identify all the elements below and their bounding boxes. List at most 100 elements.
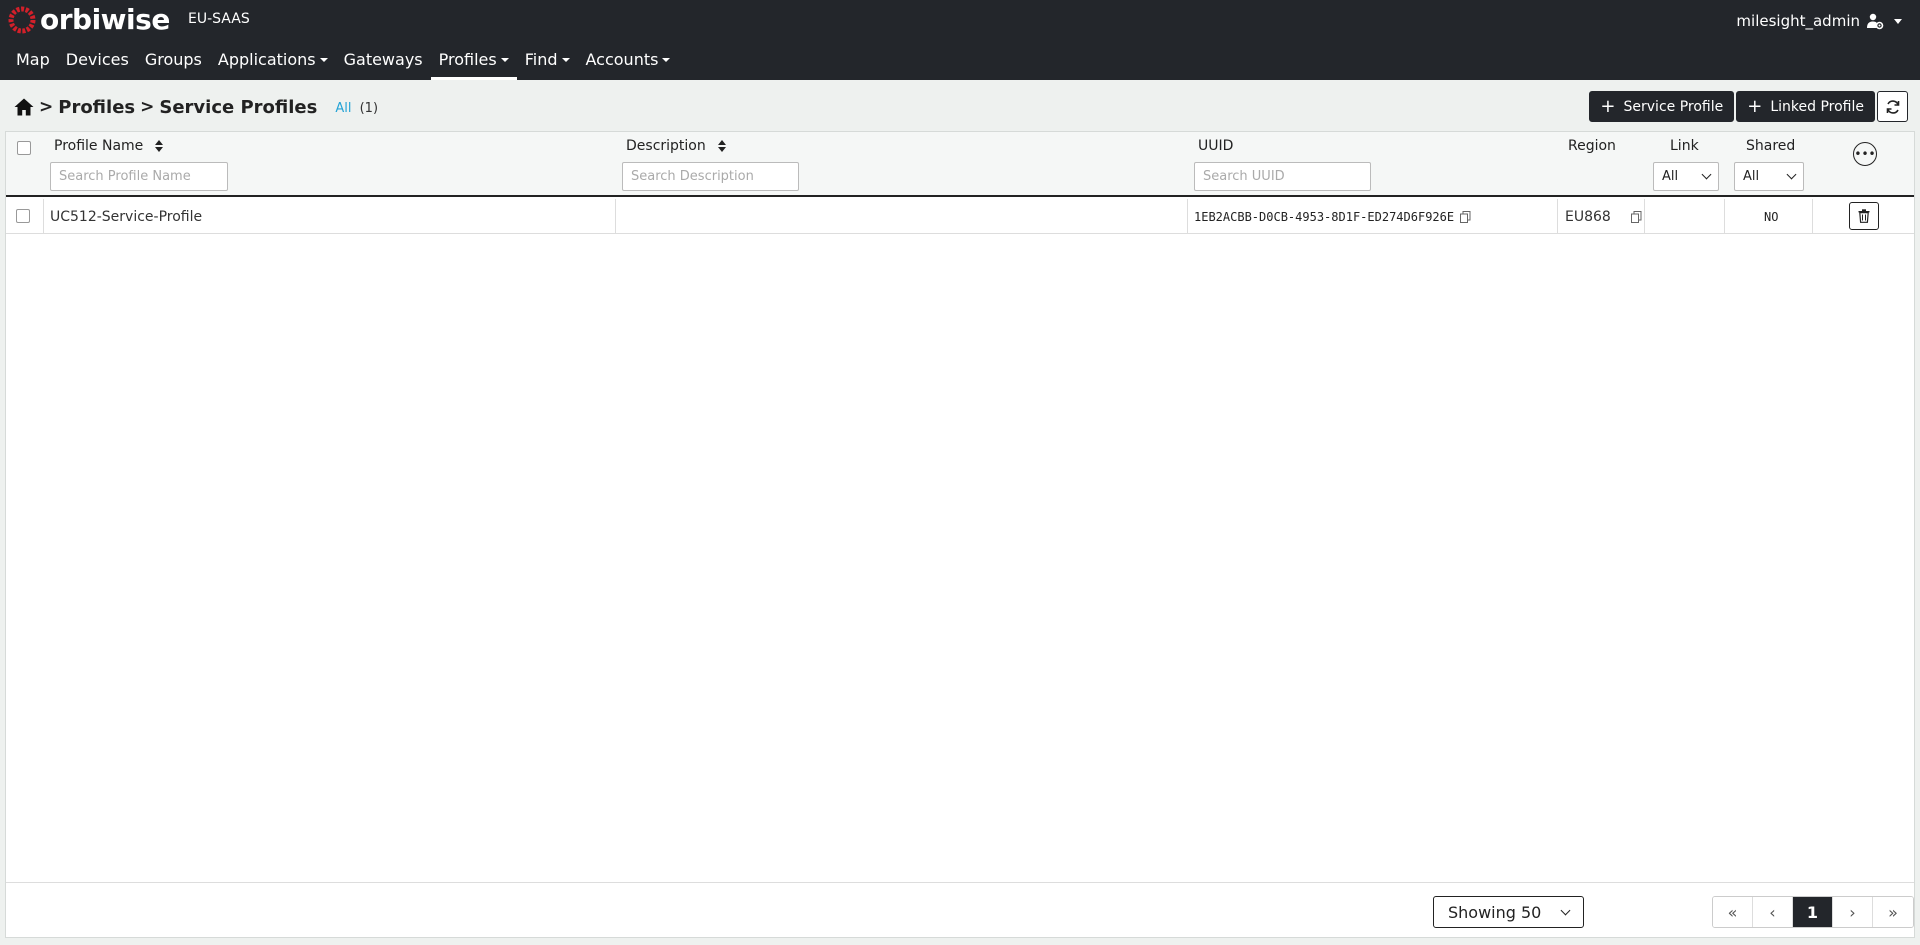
trash-icon bbox=[1858, 209, 1870, 223]
nav-groups[interactable]: Groups bbox=[137, 46, 210, 80]
nav-label: Groups bbox=[144, 50, 202, 69]
delete-row-button[interactable] bbox=[1849, 202, 1879, 230]
refresh-button[interactable] bbox=[1877, 91, 1908, 122]
sort-icon bbox=[155, 140, 164, 152]
first-page-button[interactable]: « bbox=[1713, 897, 1753, 927]
user-menu[interactable]: milesight_admin bbox=[1736, 12, 1902, 30]
record-count: All (1) bbox=[335, 101, 378, 116]
column-header-profile-name[interactable]: Profile Name bbox=[54, 138, 164, 154]
add-linked-profile-button[interactable]: + Linked Profile bbox=[1736, 91, 1875, 122]
caret-down-icon bbox=[500, 58, 509, 62]
page-size-select[interactable]: Showing 50 bbox=[1433, 896, 1584, 928]
chevron-down-icon bbox=[1560, 905, 1571, 915]
user-gear-icon bbox=[1867, 13, 1884, 30]
column-options-button[interactable]: ••• bbox=[1853, 142, 1877, 166]
sort-icon bbox=[717, 140, 726, 152]
search-description-input[interactable] bbox=[622, 162, 799, 191]
main-nav: Map Devices Groups Applications Gateways… bbox=[8, 46, 678, 80]
copy-icon[interactable] bbox=[1630, 210, 1642, 223]
button-label: Linked Profile bbox=[1770, 98, 1864, 115]
count-total: (1) bbox=[359, 101, 379, 116]
toolbar: + Service Profile + Linked Profile bbox=[1589, 91, 1908, 122]
pagination: « ‹ 1 › » bbox=[1712, 896, 1914, 928]
nav-gateways[interactable]: Gateways bbox=[336, 46, 431, 80]
uuid-cell: 1EB2ACBB-D0CB-4953-8D1F-ED274D6F926E bbox=[1194, 199, 1471, 234]
add-service-profile-button[interactable]: + Service Profile bbox=[1589, 91, 1735, 122]
caret-down-icon bbox=[662, 58, 671, 62]
next-page-button[interactable]: › bbox=[1833, 897, 1873, 927]
table-header: Profile Name Description UUID Region Lin… bbox=[6, 132, 1914, 197]
brand-name: orbiwise bbox=[40, 3, 170, 36]
breadcrumb: > Profiles > Service Profiles All (1) bbox=[14, 92, 378, 122]
profiles-table: Profile Name Description UUID Region Lin… bbox=[5, 131, 1915, 938]
nav-map[interactable]: Map bbox=[8, 46, 58, 80]
column-header-shared: Shared bbox=[1746, 138, 1795, 154]
plus-icon: + bbox=[1600, 95, 1616, 117]
button-label: Service Profile bbox=[1623, 98, 1724, 115]
caret-down-icon bbox=[319, 58, 328, 62]
double-chevron-right-icon: » bbox=[1888, 902, 1898, 922]
nav-find[interactable]: Find bbox=[517, 46, 578, 80]
row-checkbox[interactable] bbox=[16, 209, 30, 223]
nav-label: Devices bbox=[65, 50, 129, 69]
column-label: UUID bbox=[1198, 138, 1234, 154]
nav-accounts[interactable]: Accounts bbox=[578, 46, 679, 80]
select-value: All bbox=[1743, 169, 1760, 184]
chevron-down-icon bbox=[1786, 169, 1797, 180]
nav-label: Accounts bbox=[585, 50, 659, 69]
brand-logo[interactable]: orbiwise bbox=[8, 3, 170, 36]
top-bar: orbiwise EU-SAAS milesight_admin Map Dev… bbox=[0, 0, 1920, 80]
count-all-link[interactable]: All bbox=[335, 101, 351, 116]
shared-filter-select[interactable]: All bbox=[1734, 162, 1804, 191]
nav-profiles[interactable]: Profiles bbox=[430, 46, 517, 80]
region-cell: EU868 bbox=[1565, 199, 1642, 234]
prev-page-button[interactable]: ‹ bbox=[1753, 897, 1793, 927]
nav-label: Map bbox=[16, 50, 50, 69]
page-title: Service Profiles bbox=[159, 96, 318, 118]
nav-label: Profiles bbox=[438, 50, 497, 69]
caret-down-icon bbox=[561, 58, 570, 62]
chevron-left-icon: ‹ bbox=[1769, 902, 1776, 922]
column-header-link: Link bbox=[1670, 138, 1699, 154]
nav-label: Find bbox=[524, 50, 558, 69]
column-header-uuid: UUID bbox=[1198, 138, 1233, 154]
page-number: 1 bbox=[1806, 902, 1819, 922]
search-uuid-input[interactable] bbox=[1194, 162, 1371, 191]
region-value: EU868 bbox=[1565, 208, 1611, 225]
orbiwise-logo-icon bbox=[8, 6, 36, 33]
breadcrumb-profiles[interactable]: Profiles bbox=[58, 97, 135, 118]
breadcrumb-separator: > bbox=[39, 97, 54, 117]
column-header-description[interactable]: Description bbox=[626, 138, 726, 154]
plus-icon: + bbox=[1747, 95, 1763, 117]
refresh-icon bbox=[1886, 99, 1899, 114]
page-size-value: Showing 50 bbox=[1448, 902, 1542, 922]
profile-name-cell[interactable]: UC512-Service-Profile bbox=[50, 199, 202, 234]
link-filter-select[interactable]: All bbox=[1653, 162, 1719, 191]
breadcrumb-separator: > bbox=[140, 97, 155, 117]
copy-icon[interactable] bbox=[1460, 210, 1471, 223]
column-label: Link bbox=[1670, 138, 1699, 154]
column-label: Shared bbox=[1746, 138, 1796, 154]
nav-label: Gateways bbox=[343, 50, 423, 69]
nav-devices[interactable]: Devices bbox=[58, 46, 137, 80]
select-all-checkbox[interactable] bbox=[17, 141, 31, 155]
last-page-button[interactable]: » bbox=[1873, 897, 1913, 927]
chevron-down-icon bbox=[1894, 18, 1902, 24]
nav-label: Applications bbox=[217, 50, 316, 69]
table-row[interactable]: UC512-Service-Profile 1EB2ACBB-D0CB-4953… bbox=[6, 199, 1914, 234]
search-profile-name-input[interactable] bbox=[50, 162, 228, 191]
home-icon[interactable] bbox=[14, 97, 34, 117]
table-footer: Showing 50 « ‹ 1 › » bbox=[6, 882, 1914, 937]
nav-applications[interactable]: Applications bbox=[210, 46, 336, 80]
uuid-value: 1EB2ACBB-D0CB-4953-8D1F-ED274D6F926E bbox=[1194, 209, 1455, 224]
username: milesight_admin bbox=[1736, 12, 1860, 30]
column-label: Profile Name bbox=[54, 138, 144, 154]
chevron-right-icon: › bbox=[1849, 902, 1856, 922]
select-value: All bbox=[1662, 169, 1679, 184]
environment-label: EU-SAAS bbox=[188, 11, 250, 27]
column-header-region: Region bbox=[1568, 138, 1616, 154]
page-1-button[interactable]: 1 bbox=[1793, 897, 1833, 927]
column-label: Region bbox=[1568, 138, 1616, 154]
more-horizontal-icon: ••• bbox=[1854, 147, 1876, 161]
column-label: Description bbox=[626, 138, 706, 154]
